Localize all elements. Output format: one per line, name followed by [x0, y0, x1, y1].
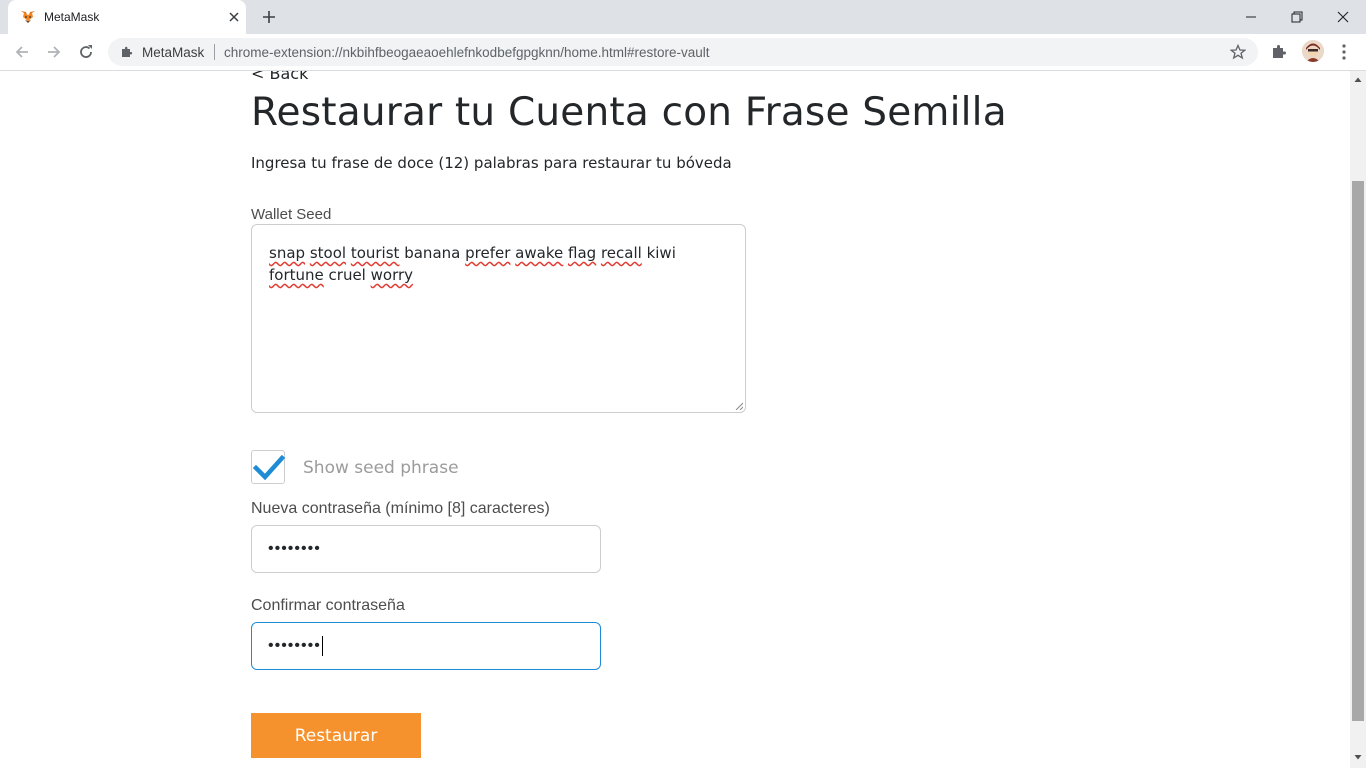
new-password-value: ••••••••	[268, 540, 321, 557]
omnibox-divider	[214, 44, 215, 60]
close-tab-icon[interactable]	[226, 9, 242, 25]
seed-word: tourist	[350, 244, 400, 262]
confirm-password-value: ••••••••	[268, 637, 321, 654]
resize-grip-icon[interactable]	[735, 402, 743, 410]
page-subtitle: Ingresa tu frase de doce (12) palabras p…	[251, 154, 732, 172]
checkmark-icon	[252, 454, 286, 481]
wallet-seed-label: Wallet Seed	[251, 206, 332, 223]
seed-word: recall	[600, 244, 642, 262]
extensions-icon[interactable]	[1270, 43, 1288, 61]
seed-word: prefer	[465, 244, 511, 262]
seed-word: banana	[404, 244, 461, 262]
tab-metamask[interactable]: MetaMask	[8, 0, 246, 34]
bookmark-star-icon[interactable]	[1230, 44, 1246, 60]
page-scrollbar[interactable]	[1350, 71, 1366, 768]
metamask-fox-icon	[21, 11, 35, 23]
new-password-label: Nueva contraseña (mínimo [8] caracteres)	[251, 500, 550, 517]
restore-button[interactable]: Restaurar	[251, 713, 421, 758]
seed-word: stool	[309, 244, 347, 262]
avatar-icon	[1302, 40, 1324, 62]
wallet-seed-textarea[interactable]: snap stool tourist banana prefer awake f…	[251, 224, 746, 413]
page-title: Restaurar tu Cuenta con Frase Semilla	[251, 90, 1007, 135]
restore-window-icon[interactable]	[1287, 7, 1307, 27]
tab-strip: MetaMask	[0, 0, 1366, 34]
show-seed-checkbox[interactable]	[251, 450, 286, 484]
seed-word: worry	[370, 266, 414, 284]
close-window-icon[interactable]	[1333, 7, 1353, 27]
forward-arrow-icon[interactable]	[44, 42, 64, 62]
seed-word: snap	[269, 244, 306, 262]
seed-word: fortune	[269, 266, 324, 284]
back-link[interactable]: < Back	[251, 71, 308, 83]
puzzle-piece-icon	[122, 46, 133, 57]
minimize-icon[interactable]	[1241, 7, 1261, 27]
tab-title: MetaMask	[44, 10, 100, 24]
profile-avatar[interactable]	[1302, 40, 1324, 62]
site-name: MetaMask	[142, 45, 205, 60]
seed-word: flag	[568, 244, 597, 262]
reload-icon[interactable]	[76, 42, 96, 62]
new-password-input[interactable]: ••••••••	[251, 525, 601, 573]
scroll-down-arrow-icon[interactable]	[1354, 753, 1362, 761]
show-seed-label[interactable]: Show seed phrase	[303, 458, 459, 478]
scroll-up-arrow-icon[interactable]	[1354, 76, 1362, 84]
restore-vault-page: < Back Restaurar tu Cuenta con Frase Sem…	[0, 71, 1350, 768]
address-bar[interactable]: MetaMask chrome-extension://nkbihfbeogae…	[108, 38, 1258, 66]
browser-toolbar: MetaMask chrome-extension://nkbihfbeogae…	[0, 34, 1366, 71]
confirm-password-label: Confirmar contraseña	[251, 597, 405, 614]
url-text[interactable]: chrome-extension://nkbihfbeogaeaoehlefnk…	[224, 45, 710, 60]
new-tab-icon[interactable]	[260, 8, 278, 26]
scrollbar-thumb[interactable]	[1352, 181, 1364, 721]
seed-word: awake	[515, 244, 564, 262]
kebab-menu-icon[interactable]	[1336, 43, 1352, 61]
text-caret	[321, 636, 323, 656]
back-arrow-icon[interactable]	[12, 42, 32, 62]
seed-word: kiwi	[646, 244, 676, 262]
seed-phrase-text: snap stool tourist banana prefer awake f…	[269, 244, 676, 284]
seed-word: cruel	[328, 266, 366, 284]
confirm-password-input[interactable]: ••••••••	[251, 622, 601, 670]
